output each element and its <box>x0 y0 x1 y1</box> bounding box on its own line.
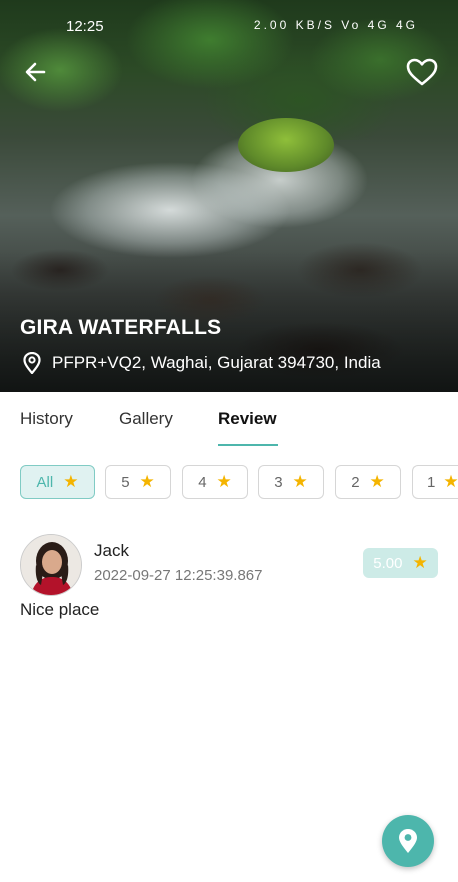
star-icon: ★ <box>443 472 458 491</box>
tab-history[interactable]: History <box>20 409 73 429</box>
star-icon: ★ <box>292 472 308 491</box>
star-icon: ★ <box>412 553 428 572</box>
rating-value: 5.00 <box>373 554 403 572</box>
tab-gallery[interactable]: Gallery <box>119 409 173 429</box>
filter-5-star[interactable]: 5 ★ <box>105 465 171 499</box>
filter-label: 4 <box>198 473 207 491</box>
back-button[interactable] <box>22 58 50 86</box>
filter-4-star[interactable]: 4 ★ <box>182 465 248 499</box>
reviewer-name: Jack <box>94 541 129 560</box>
star-icon: ★ <box>139 472 155 491</box>
status-icons: 2.00 KB/S Vo 4G 4G <box>253 18 418 32</box>
avatar-image <box>21 535 81 595</box>
filter-label: 5 <box>121 473 130 491</box>
rating-badge: 5.00 ★ <box>363 548 438 578</box>
back-arrow-icon <box>25 62 46 82</box>
star-icon: ★ <box>369 472 385 491</box>
location-pin-icon <box>399 829 417 853</box>
favorite-button[interactable] <box>406 58 438 86</box>
star-icon: ★ <box>63 472 79 491</box>
filter-3-star[interactable]: 3 ★ <box>258 465 324 499</box>
heart-outline-icon <box>406 58 438 86</box>
tab-bar: History Gallery Review <box>0 392 458 446</box>
star-icon: ★ <box>216 472 232 491</box>
tab-review[interactable]: Review <box>218 409 277 429</box>
review-date: 2022-09-27 12:25:39.867 <box>94 567 263 584</box>
place-title: GIRA WATERFALLS <box>20 316 222 339</box>
filter-2-star[interactable]: 2 ★ <box>335 465 401 499</box>
filter-1-star[interactable]: 1 ★ <box>412 465 458 499</box>
address-text: PFPR+VQ2, Waghai, Gujarat 394730, India <box>52 353 381 372</box>
filter-all[interactable]: All ★ <box>20 465 95 499</box>
filter-label: 1 <box>427 473 436 491</box>
tab-active-indicator <box>218 444 278 446</box>
location-pin-icon <box>23 352 41 374</box>
hero-image: 12:25 2.00 KB/S Vo 4G 4G GIRA WATERFALLS… <box>0 0 458 392</box>
avatar <box>20 534 82 596</box>
hero-moss-rock <box>238 118 334 172</box>
review-text: Nice place <box>20 600 100 619</box>
status-bar: 12:25 2.00 KB/S Vo 4G 4G <box>0 12 458 40</box>
place-address: PFPR+VQ2, Waghai, Gujarat 394730, India <box>22 352 381 374</box>
map-location-button[interactable] <box>382 815 434 867</box>
filter-label: 3 <box>274 473 283 491</box>
filter-label: All <box>36 473 54 491</box>
filter-label: 2 <box>351 473 360 491</box>
status-time: 12:25 <box>66 18 104 35</box>
